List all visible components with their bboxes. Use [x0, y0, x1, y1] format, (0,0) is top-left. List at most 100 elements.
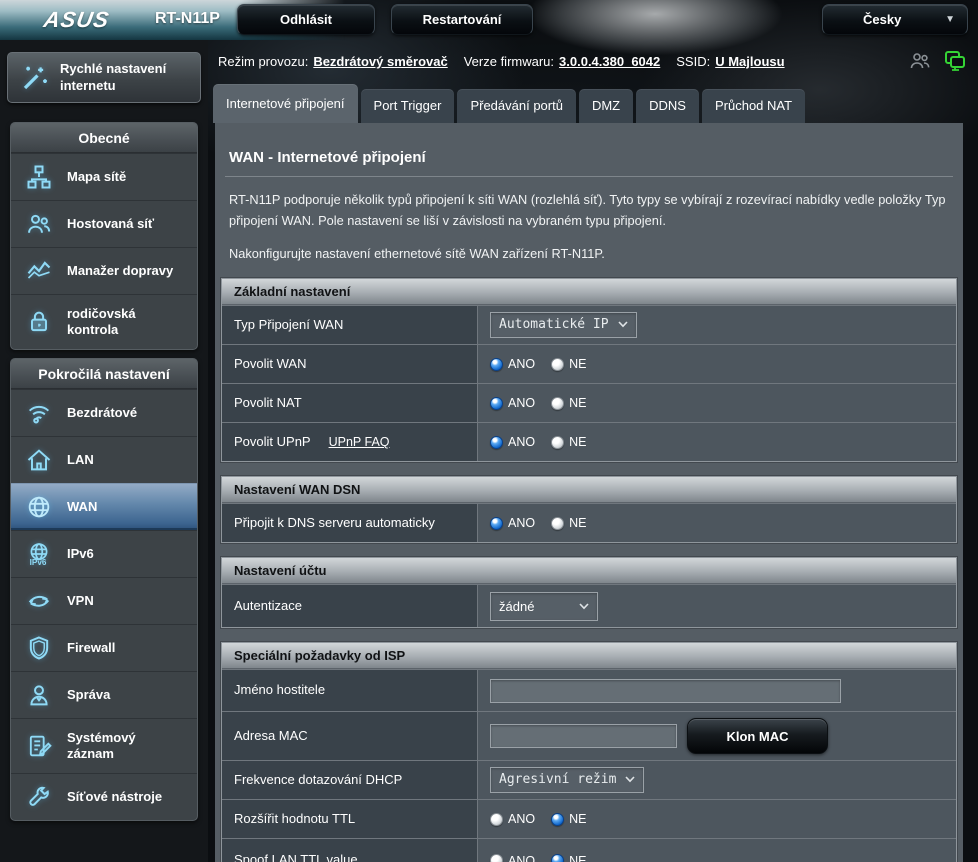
network-tools-wrench-icon	[24, 782, 54, 812]
basic-config-table: Základní nastavení Typ Připojení WAN Aut…	[221, 278, 957, 462]
sidebar-item-label: Síťové nástroje	[67, 789, 162, 805]
page-title: WAN - Internetové připojení	[229, 149, 949, 166]
sidebar-item-label: Mapa sítě	[67, 169, 126, 185]
status-icons	[908, 48, 968, 79]
traffic-manager-icon	[24, 256, 54, 286]
chevron-down-icon: ▼	[945, 14, 955, 25]
magic-wand-icon	[20, 63, 50, 93]
spoof-lan-ttl-no-radio[interactable]	[551, 854, 564, 862]
sidebar: Rychlé nastavení internetu Obecné Mapa s…	[0, 40, 208, 862]
sidebar-item-label: Bezdrátové	[67, 405, 137, 421]
sidebar-item-network-tools[interactable]: Síťové nástroje	[11, 773, 197, 820]
extend-ttl-yes-radio[interactable]	[490, 813, 503, 826]
dhcp-query-frequency-select[interactable]: Agresivní režim	[490, 767, 644, 793]
enable-upnp-yes-radio[interactable]	[490, 436, 503, 449]
quick-internet-setup-button[interactable]: Rychlé nastavení internetu	[7, 52, 201, 103]
sidebar-item-ipv6[interactable]: IPv6 IPv6	[11, 530, 197, 577]
table-row: Autentizace žádné	[222, 584, 956, 627]
sidebar-item-guest-network[interactable]: Hostovaná síť	[11, 200, 197, 247]
account-settings-table: Nastavení účtu Autentizace žádné	[221, 557, 957, 628]
mac-clone-button[interactable]: Klon MAC	[687, 718, 828, 754]
system-log-icon	[24, 731, 54, 761]
firewall-shield-icon	[24, 633, 54, 663]
sidebar-item-administration[interactable]: Správa	[11, 671, 197, 718]
chevron-down-icon	[625, 776, 635, 783]
sidebar-section-general: Obecné Mapa sítě Hostovaná síť	[10, 122, 198, 350]
isp-requirements-table: Speciální požadavky od ISP Jméno hostite…	[221, 642, 957, 862]
sidebar-item-label: LAN	[67, 452, 94, 468]
clients-people-icon[interactable]	[908, 49, 932, 78]
tab-port-trigger[interactable]: Port Trigger	[361, 89, 455, 123]
tab-ddns[interactable]: DDNS	[636, 89, 699, 123]
sidebar-item-traffic-manager[interactable]: Manažer dopravy	[11, 247, 197, 294]
dns-auto-label: Připojit k DNS serveru automaticky	[222, 504, 477, 542]
language-label: Česky	[863, 12, 901, 27]
spoof-lan-ttl-yes-radio[interactable]	[490, 854, 503, 862]
ssid-link[interactable]: U Majlousu	[715, 54, 784, 69]
enable-wan-yes-radio[interactable]	[490, 358, 503, 371]
quick-internet-setup-label: Rychlé nastavení internetu	[60, 61, 192, 94]
wan-connection-type-select[interactable]: Automatické IP	[490, 312, 637, 338]
network-map-icon	[24, 162, 54, 192]
admin-person-icon	[24, 680, 54, 710]
sidebar-item-parental-control[interactable]: rodičovská kontrola	[11, 294, 197, 349]
wireless-icon	[24, 398, 54, 428]
upnp-faq-link[interactable]: UPnP FAQ	[329, 434, 390, 450]
enable-wan-label: Povolit WAN	[222, 345, 477, 383]
sidebar-item-label: Systémový záznam	[67, 730, 167, 761]
sidebar-item-system-log[interactable]: Systémový záznam	[11, 718, 197, 773]
svg-text:IPv6: IPv6	[30, 558, 47, 567]
chevron-down-icon	[618, 321, 628, 328]
sidebar-item-wan[interactable]: WAN	[11, 483, 197, 530]
wan-globe-icon	[24, 492, 54, 522]
enable-upnp-no-radio[interactable]	[551, 436, 564, 449]
dns-auto-yes-radio[interactable]	[490, 517, 503, 530]
enable-nat-no-radio[interactable]	[551, 397, 564, 410]
sidebar-section-advanced: Pokročilá nastavení Bezdrátové LAN	[10, 358, 198, 821]
vpn-icon	[24, 586, 54, 616]
enable-wan-no-radio[interactable]	[551, 358, 564, 371]
operation-mode-link[interactable]: Bezdrátový směrovač	[313, 54, 447, 69]
account-settings-title: Nastavení účtu	[222, 558, 956, 584]
wan-dns-table: Nastavení WAN DSN Připojit k DNS serveru…	[221, 476, 957, 543]
general-section-title: Obecné	[11, 123, 197, 153]
hostname-input[interactable]	[490, 679, 841, 703]
enable-nat-yes-radio[interactable]	[490, 397, 503, 410]
dns-auto-no-radio[interactable]	[551, 517, 564, 530]
reboot-button[interactable]: Restartování	[391, 4, 533, 35]
sidebar-item-lan[interactable]: LAN	[11, 436, 197, 483]
authentication-label: Autentizace	[222, 585, 477, 627]
asus-logo: ASUS	[42, 7, 112, 33]
sidebar-item-label: Správa	[67, 687, 110, 703]
sidebar-item-label: Manažer dopravy	[67, 263, 173, 279]
firmware-version-link[interactable]: 3.0.0.4.380_6042	[559, 54, 660, 69]
table-row: Adresa MAC Klon MAC	[222, 711, 956, 760]
isp-requirements-title: Speciální požadavky od ISP	[222, 643, 956, 669]
language-dropdown[interactable]: Česky ▼	[822, 4, 968, 35]
description-paragraph-1: RT-N11P podporuje několik typů připojení…	[229, 189, 949, 231]
spoof-lan-ttl-label: Spoof LAN TTL value	[222, 839, 477, 862]
table-row: Povolit UPnP UPnP FAQ ANO NE	[222, 422, 956, 461]
sidebar-item-label: WAN	[67, 499, 97, 515]
connected-devices-icon[interactable]	[942, 48, 968, 79]
header: ASUS RT-N11P Odhlásit Restartování Česky…	[0, 0, 978, 40]
parental-control-icon	[24, 307, 54, 337]
table-row: Povolit WAN ANO NE	[222, 344, 956, 383]
advanced-section-title: Pokročilá nastavení	[11, 359, 197, 389]
sidebar-item-vpn[interactable]: VPN	[11, 577, 197, 624]
wan-tabs: Internetové připojení Port Trigger Předá…	[213, 84, 805, 123]
sidebar-item-wireless[interactable]: Bezdrátové	[11, 389, 197, 436]
logout-button[interactable]: Odhlásit	[237, 4, 375, 35]
extend-ttl-no-radio[interactable]	[551, 813, 564, 826]
hostname-label: Jméno hostitele	[222, 670, 477, 711]
mac-address-input[interactable]	[490, 724, 677, 748]
tab-dmz[interactable]: DMZ	[579, 89, 633, 123]
authentication-select[interactable]: žádné	[490, 592, 598, 621]
tab-internet-connection[interactable]: Internetové připojení	[213, 84, 358, 123]
sidebar-item-firewall[interactable]: Firewall	[11, 624, 197, 671]
tab-port-forwarding[interactable]: Předávání portů	[457, 89, 576, 123]
tab-nat-passthrough[interactable]: Průchod NAT	[702, 89, 805, 123]
table-row: Typ Připojení WAN Automatické IP	[222, 305, 956, 344]
title-divider	[225, 176, 953, 177]
sidebar-item-network-map[interactable]: Mapa sítě	[11, 153, 197, 200]
